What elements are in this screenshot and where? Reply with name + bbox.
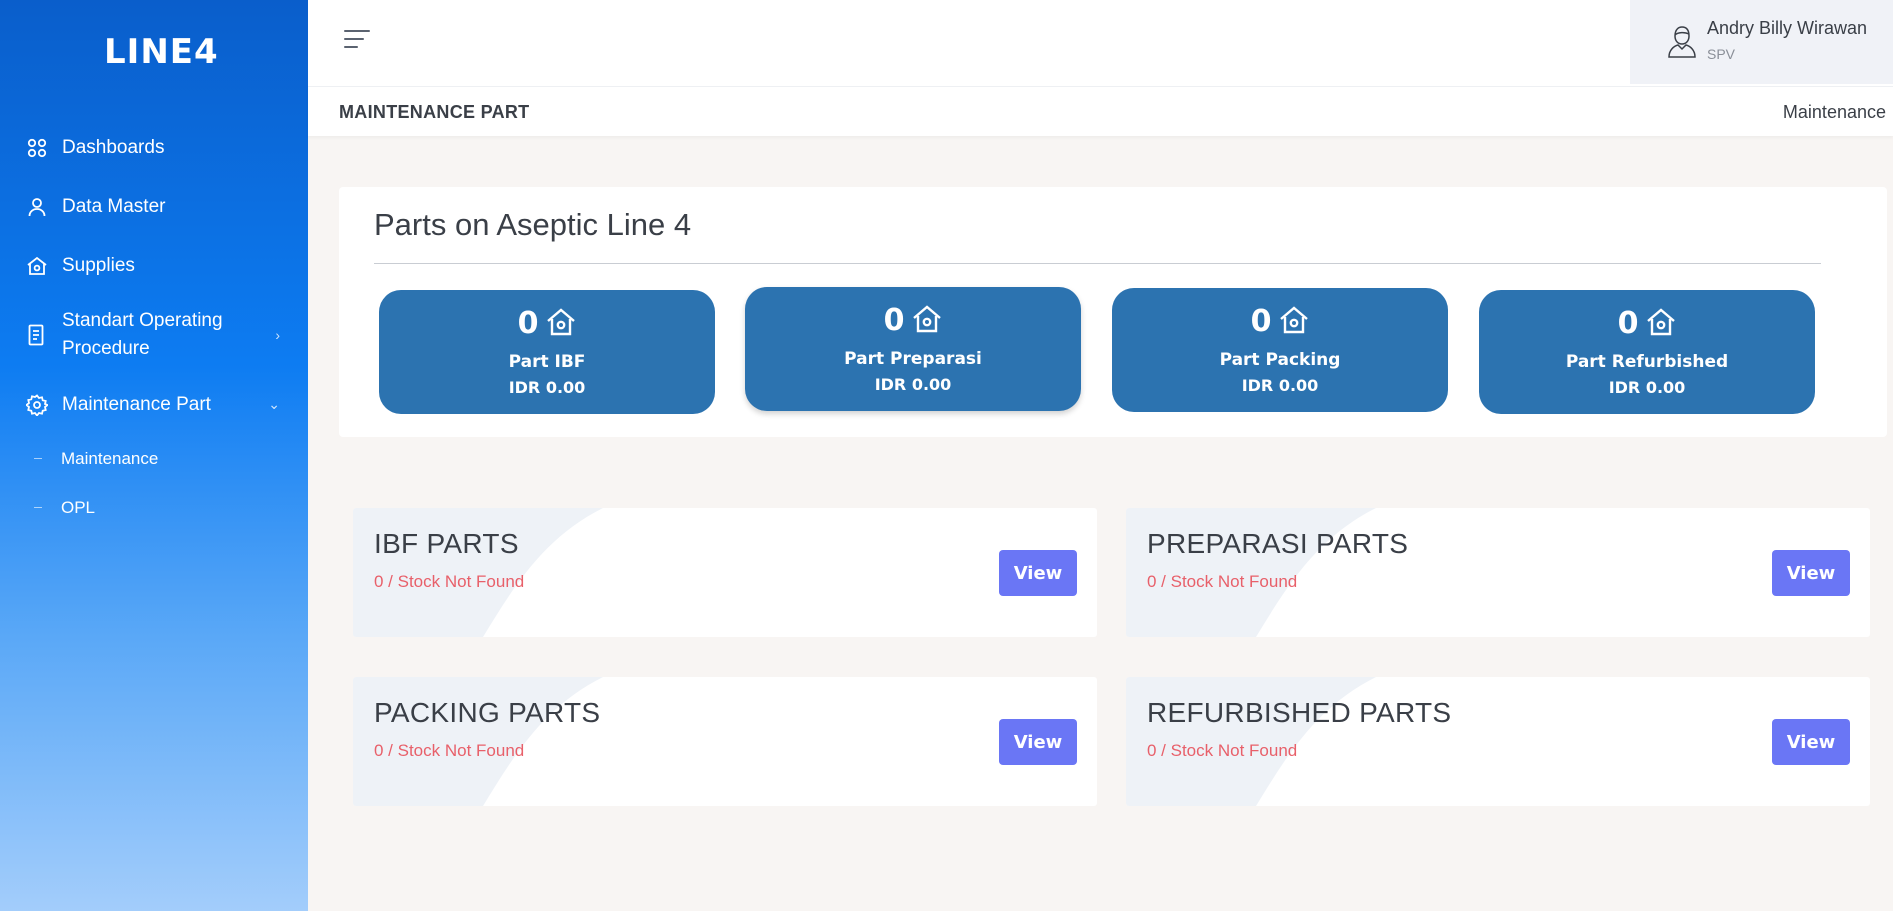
sidebar-item-label: Dashboards xyxy=(62,136,165,158)
user-name: Andry Billy Wirawan xyxy=(1707,18,1868,38)
stat-count: 0 xyxy=(1250,304,1272,339)
view-button[interactable]: View xyxy=(1772,550,1850,596)
sidebar-subitem-label: OPL xyxy=(61,497,96,517)
part-card-preparasi: PREPARASI PARTS 0 / Stock Not Found View xyxy=(1126,508,1870,637)
summary-title: Parts on Aseptic Line 4 xyxy=(374,207,692,242)
stat-count: 0 xyxy=(1617,306,1639,341)
view-button[interactable]: View xyxy=(999,719,1077,765)
part-status: 0 / Stock Not Found xyxy=(374,741,525,760)
sidebar: LINE4 Dashboards Data Master Supplies St… xyxy=(0,0,308,911)
parts-summary-card: Parts on Aseptic Line 4 0 Part IBF IDR 0… xyxy=(339,187,1887,437)
breadcrumb[interactable]: Maintenance xyxy=(1783,102,1886,123)
part-status: 0 / Stock Not Found xyxy=(1147,741,1298,760)
sidebar-subitem-opl[interactable]: OPL xyxy=(0,483,308,532)
sidebar-item-dashboards[interactable]: Dashboards xyxy=(0,118,308,177)
user-icon xyxy=(26,196,48,218)
chevron-right-icon: › xyxy=(275,327,280,343)
dashboard-icon xyxy=(26,137,48,159)
view-button[interactable]: View xyxy=(999,550,1077,596)
sidebar-nav: Dashboards Data Master Supplies Standart… xyxy=(0,118,308,532)
stat-card-preparasi[interactable]: 0 Part Preparasi IDR 0.00 xyxy=(745,287,1081,411)
divider xyxy=(374,263,1821,264)
stat-amount: IDR 0.00 xyxy=(1608,378,1686,397)
stat-label: Part Refurbished xyxy=(1565,352,1729,372)
sidebar-item-label: Standart Operating Procedure xyxy=(62,310,223,359)
sidebar-item-data-master[interactable]: Data Master xyxy=(0,177,308,236)
part-card-packing: PACKING PARTS 0 / Stock Not Found View xyxy=(353,677,1097,806)
page-title: MAINTENANCE PART xyxy=(339,102,530,122)
menu-toggle-icon[interactable] xyxy=(344,30,370,52)
stat-card-ibf[interactable]: 0 Part IBF IDR 0.00 xyxy=(379,290,715,414)
part-title: IBF PARTS xyxy=(374,528,519,559)
part-title: PREPARASI PARTS xyxy=(1147,528,1409,559)
app-logo[interactable]: LINE4 xyxy=(104,32,219,72)
top-header: Andry Billy Wirawan SPV xyxy=(308,0,1893,86)
part-card-refurbished: REFURBISHED PARTS 0 / Stock Not Found Vi… xyxy=(1126,677,1870,806)
sidebar-item-label: Supplies xyxy=(62,254,135,276)
view-button[interactable]: View xyxy=(1772,719,1850,765)
user-role: SPV xyxy=(1707,46,1736,62)
part-card-ibf: IBF PARTS 0 / Stock Not Found View xyxy=(353,508,1097,637)
part-title: PACKING PARTS xyxy=(374,697,601,728)
part-title: REFURBISHED PARTS xyxy=(1147,697,1452,728)
stat-amount: IDR 0.00 xyxy=(508,378,586,397)
stat-amount: IDR 0.00 xyxy=(874,375,952,394)
sidebar-item-maintenance-part[interactable]: Maintenance Part ⌄ xyxy=(0,375,308,434)
sidebar-item-supplies[interactable]: Supplies xyxy=(0,236,308,295)
part-status: 0 / Stock Not Found xyxy=(1147,572,1298,591)
sidebar-subitem-label: Maintenance xyxy=(61,448,159,468)
part-status: 0 / Stock Not Found xyxy=(374,572,525,591)
home-gear-icon xyxy=(546,307,576,340)
sidebar-item-label: Data Master xyxy=(62,195,166,217)
chevron-down-icon: ⌄ xyxy=(268,396,280,412)
stat-amount: IDR 0.00 xyxy=(1241,376,1319,395)
sidebar-subitem-maintenance[interactable]: Maintenance xyxy=(0,434,308,483)
sidebar-item-sop[interactable]: Standart Operating Procedure › xyxy=(0,295,308,375)
stat-label: Part Preparasi xyxy=(844,349,982,369)
stat-count: 0 xyxy=(883,303,905,338)
home-gear-icon xyxy=(26,255,48,277)
stat-label: Part IBF xyxy=(508,352,586,372)
stat-card-refurbished[interactable]: 0 Part Refurbished IDR 0.00 xyxy=(1479,290,1815,414)
page-subheader: MAINTENANCE PART Maintenance xyxy=(308,86,1893,136)
avatar xyxy=(1666,24,1698,58)
stat-count: 0 xyxy=(517,306,539,341)
bullet-dash xyxy=(34,507,42,508)
gear-icon xyxy=(26,393,48,416)
stat-label: Part Packing xyxy=(1219,350,1341,370)
home-gear-icon xyxy=(1279,305,1309,338)
user-profile[interactable]: Andry Billy Wirawan SPV xyxy=(1630,0,1893,84)
sidebar-item-label: Maintenance Part xyxy=(62,393,211,415)
logo-text: LINE4 xyxy=(104,32,219,72)
stat-card-packing[interactable]: 0 Part Packing IDR 0.00 xyxy=(1112,288,1448,412)
bullet-dash xyxy=(34,458,42,459)
document-icon xyxy=(26,324,48,346)
home-gear-icon xyxy=(912,304,942,337)
home-gear-icon xyxy=(1646,307,1676,340)
